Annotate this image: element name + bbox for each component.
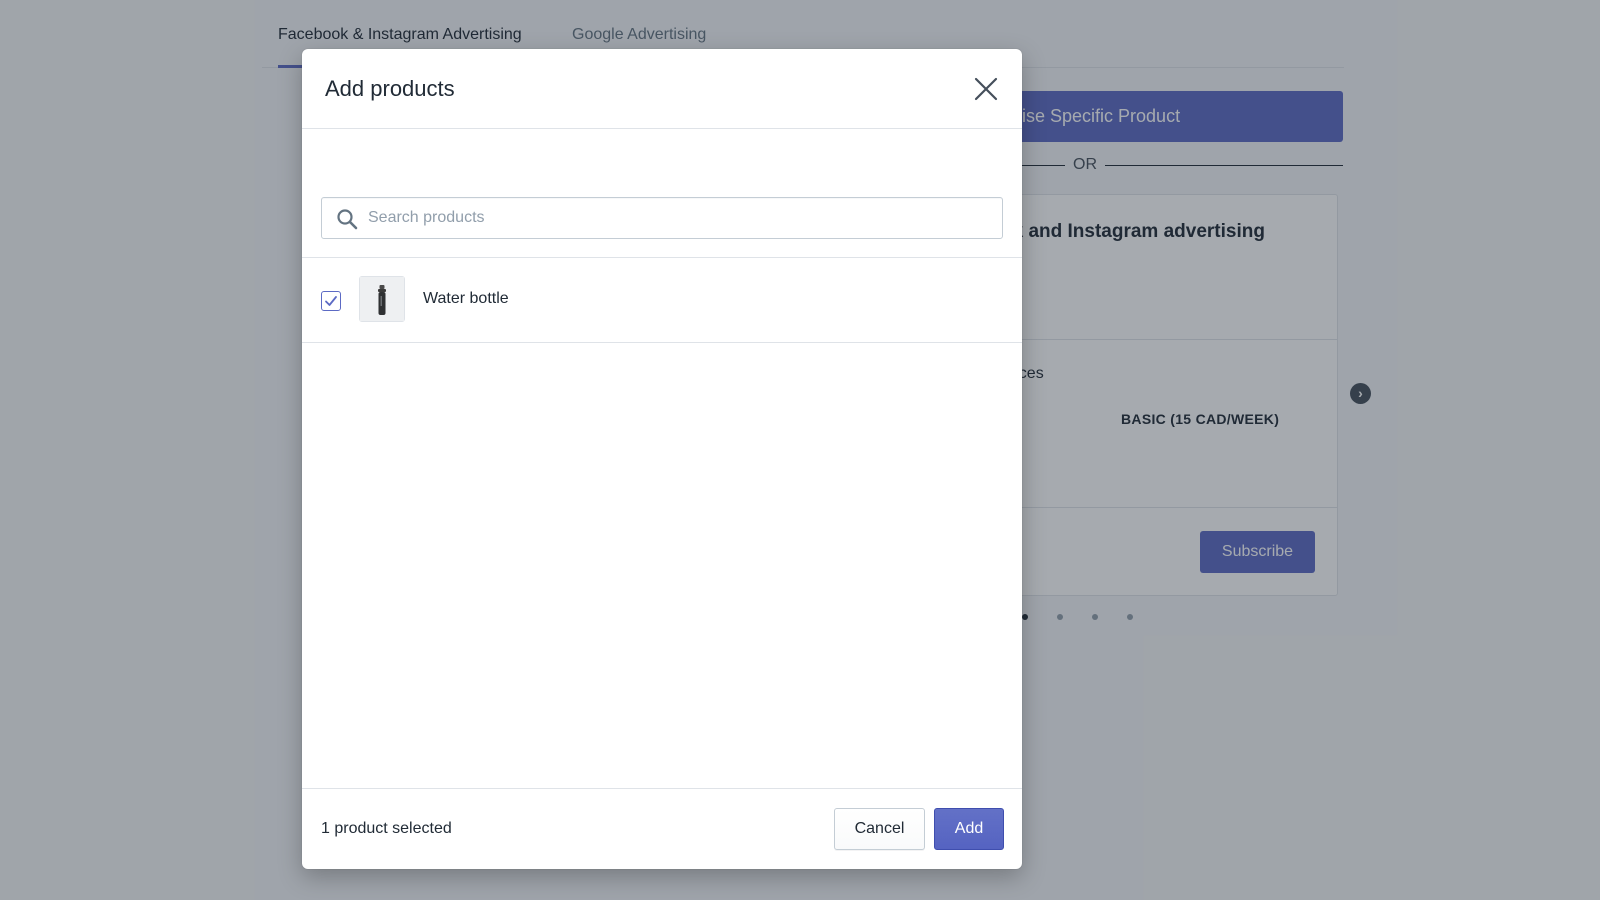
product-checkbox[interactable]: [321, 291, 341, 311]
product-name: Water bottle: [423, 290, 509, 307]
modal-header: Add products: [302, 49, 1022, 129]
search-section: [302, 129, 1022, 258]
search-icon: [337, 209, 358, 230]
water-bottle-image: [360, 277, 404, 321]
add-products-modal: Add products Search products Water bottl…: [302, 49, 1022, 869]
checkmark-icon: [325, 296, 337, 306]
modal-footer: 1 product selected Cancel Add: [302, 788, 1022, 869]
selected-count: 1 product selected: [321, 820, 452, 837]
product-row[interactable]: Water bottle: [302, 258, 1022, 343]
close-icon: [974, 77, 998, 101]
close-button[interactable]: [968, 71, 1004, 107]
search-box[interactable]: [321, 197, 1003, 239]
add-button[interactable]: Add: [934, 808, 1004, 850]
search-input[interactable]: [368, 198, 988, 238]
cancel-button[interactable]: Cancel: [834, 808, 925, 850]
modal-title: Add products: [325, 76, 455, 101]
product-thumbnail: [359, 276, 405, 322]
